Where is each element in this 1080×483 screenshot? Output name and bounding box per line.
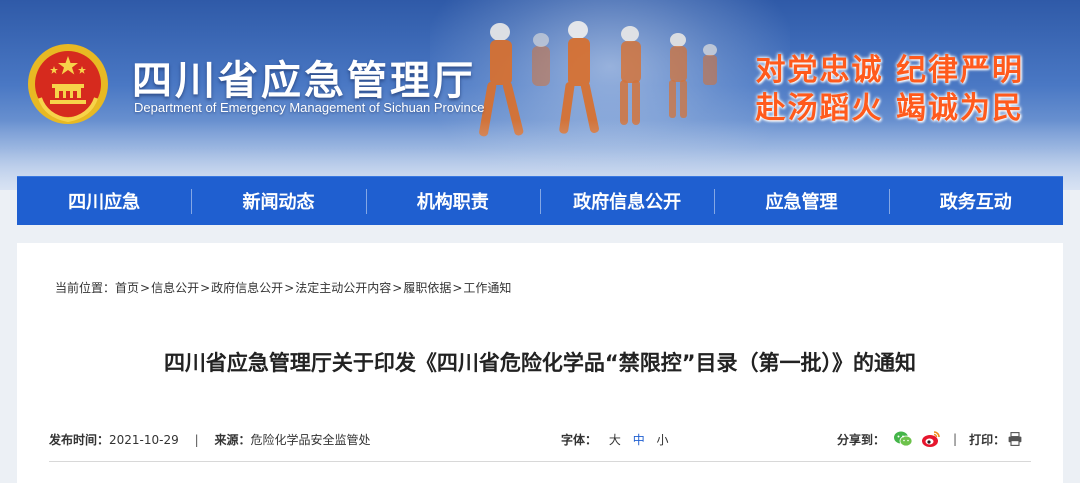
font-size-label: 字体： [561,433,598,447]
meta-separator: | [953,432,958,446]
font-size-medium[interactable]: 中 [633,433,645,447]
breadcrumb-separator: > [392,280,403,295]
breadcrumb-work-notice[interactable]: 工作通知 [463,279,511,296]
breadcrumb-duty-basis[interactable]: 履职依据 [403,279,451,296]
breadcrumb-separator: > [200,280,211,295]
nav-item-gov-interaction[interactable]: 政务互动 [888,177,1063,225]
site-title: 四川省应急管理厅 [132,58,476,104]
meta-divider [49,461,1031,462]
article-title: 四川省应急管理厅关于印发《四川省危险化学品“禁限控”目录（第一批）》的通知 [163,351,917,375]
breadcrumb-separator: > [284,280,295,295]
wechat-icon[interactable] [893,429,913,449]
breadcrumb-prefix: 当前位置： [55,281,116,295]
printer-icon[interactable] [1007,431,1023,447]
font-size-large[interactable]: 大 [609,433,621,447]
nav-item-responsibilities[interactable]: 机构职责 [365,177,540,225]
article-panel: 当前位置： 首页 > 信息公开 > 政府信息公开 > 法定主动公开内容 > 履职… [17,243,1063,483]
national-emblem-icon [28,44,108,124]
publish-info: 发布时间：2021-10-29 | 来源：危险化学品安全监管处 [49,431,371,448]
nav-item-sichuan-emergency[interactable]: 四川应急 [17,177,191,225]
source-value: 危险化学品安全监管处 [250,433,371,447]
site-subtitle: Department of Emergency Management of Si… [134,100,485,115]
nav-item-gov-info-disclosure[interactable]: 政府信息公开 [539,177,714,225]
source-label: 来源： [214,433,251,447]
font-size-control: 字体： 大 中 小 [561,431,669,448]
main-nav: 四川应急 新闻动态 机构职责 政府信息公开 应急管理 政务互动 [17,176,1063,225]
publish-date-label: 发布时间： [49,433,110,447]
print-label: 打印： [969,432,1006,447]
article-meta: 发布时间：2021-10-29 | 来源：危险化学品安全监管处 字体： 大 中 … [49,431,1029,451]
share-bar: 分享到： | 打印： [837,429,1023,449]
nav-item-news[interactable]: 新闻动态 [191,177,365,225]
slogan-line-2: 赴汤蹈火 竭诚为民 [755,91,1024,126]
breadcrumb-separator: > [452,280,463,295]
breadcrumb-gov-info-disclosure[interactable]: 政府信息公开 [211,279,283,296]
font-size-small[interactable]: 小 [657,433,669,447]
breadcrumb-home[interactable]: 首页 [115,279,139,296]
weibo-icon[interactable] [921,429,941,449]
breadcrumb-info-disclosure[interactable]: 信息公开 [151,279,199,296]
breadcrumb: 当前位置： 首页 > 信息公开 > 政府信息公开 > 法定主动公开内容 > 履职… [55,279,511,296]
publish-date: 2021-10-29 [109,433,179,447]
nav-item-emergency-management[interactable]: 应急管理 [714,177,888,225]
share-label: 分享到： [837,432,886,447]
meta-separator: | [194,433,199,447]
header-banner: 四川省应急管理厅 Department of Emergency Managem… [0,0,1080,190]
breadcrumb-separator: > [140,280,151,295]
breadcrumb-statutory-content[interactable]: 法定主动公开内容 [295,279,391,296]
